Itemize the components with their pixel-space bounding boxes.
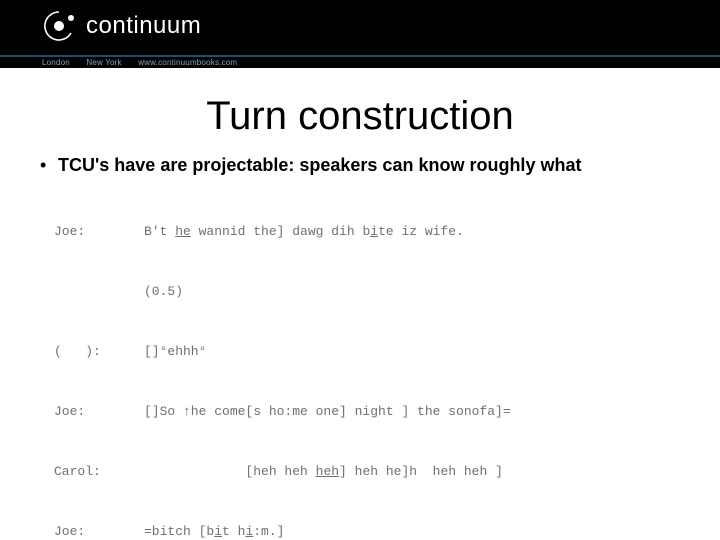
slide-title: Turn construction <box>0 94 720 139</box>
speaker-cell: Joe: <box>54 402 144 422</box>
utterance-cell: [heh heh heh] heh he]h heh heh ] <box>144 462 690 482</box>
brand-name: continuum <box>86 12 201 40</box>
utterance-cell: []So ↑he come[s ho:me one] night ] the s… <box>144 402 690 422</box>
transcript-block-1: Joe: B't he wannid the] dawg dih bite iz… <box>30 182 690 540</box>
arrow-cell <box>30 462 54 482</box>
header-url: www.continuumbooks.com <box>138 58 237 67</box>
bullet-1: • TCU's have are projectable: speakers c… <box>0 155 720 176</box>
bullet-1-text: TCU's have are projectable: speakers can… <box>58 155 581 176</box>
bullet-dot-icon: • <box>40 155 58 176</box>
arrow-cell <box>30 342 54 362</box>
transcript-line: Carol: [heh heh heh] heh he]h heh heh ] <box>30 462 690 482</box>
logo-icon <box>42 9 76 43</box>
arrow-cell <box>30 402 54 422</box>
transcript-line: Joe: []So ↑he come[s ho:me one] night ] … <box>30 402 690 422</box>
arrow-cell <box>30 282 54 302</box>
speaker-cell: Carol: <box>54 462 144 482</box>
arrow-cell <box>30 522 54 540</box>
header-loc2: New York <box>86 58 121 67</box>
transcript-line: Joe: =bitch [bit hi:m.] <box>30 522 690 540</box>
logo-block: continuum <box>0 0 720 52</box>
speaker-cell: Joe: <box>54 522 144 540</box>
speaker-cell <box>54 282 144 302</box>
header-subtext: London New York www.continuumbooks.com <box>42 57 251 68</box>
header-loc1: London <box>42 58 70 67</box>
transcript-line: (0.5) <box>30 282 690 302</box>
utterance-cell: []°ehhh° <box>144 342 690 362</box>
speaker-cell: Joe: <box>54 222 144 242</box>
utterance-cell: =bitch [bit hi:m.] <box>144 522 690 540</box>
arrow-cell <box>30 222 54 242</box>
transcript-line: ( ): []°ehhh° <box>30 342 690 362</box>
speaker-cell: ( ): <box>54 342 144 362</box>
header-bar: continuum London New York www.continuumb… <box>0 0 720 68</box>
transcript-line: Joe: B't he wannid the] dawg dih bite iz… <box>30 222 690 242</box>
utterance-cell: B't he wannid the] dawg dih bite iz wife… <box>144 222 690 242</box>
utterance-cell: (0.5) <box>144 282 690 302</box>
